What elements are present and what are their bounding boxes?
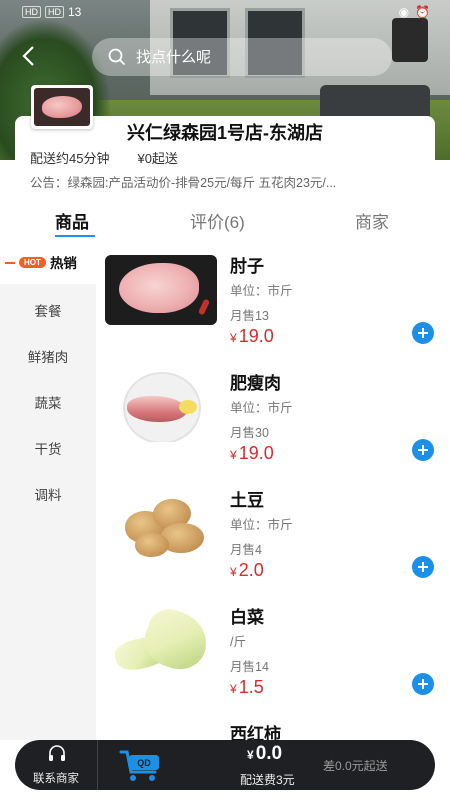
tab-products[interactable]: 商品: [55, 208, 89, 233]
category-item-dry-goods[interactable]: 干货: [0, 438, 96, 458]
product-list: 肘子 单位：市斤 月售13 ¥19.0 肥瘦肉 单位：市斤 月售30 ¥19.0…: [96, 240, 450, 740]
delivery-time: 配送约45分钟: [30, 151, 110, 166]
product-unit: 单位：市斤: [230, 518, 293, 532]
add-to-cart-button[interactable]: [412, 322, 434, 344]
cart-icon[interactable]: QD: [119, 748, 165, 782]
search-bar[interactable]: [92, 38, 392, 76]
tab-merchant[interactable]: 商家: [355, 208, 389, 233]
eye-icon: ◉: [398, 5, 410, 19]
min-order-hint: 差0.0元起送: [323, 759, 388, 773]
product-unit: 单位：市斤: [230, 284, 293, 298]
product-monthly-sales: 月售4: [230, 543, 262, 557]
product-item[interactable]: 西红柿: [96, 708, 450, 740]
category-label: 热销: [49, 256, 77, 271]
add-to-cart-button[interactable]: [412, 556, 434, 578]
product-monthly-sales: 月售30: [230, 426, 269, 440]
product-unit: /斤: [230, 635, 246, 649]
category-item-seasoning[interactable]: 调料: [0, 484, 96, 504]
category-item-combo[interactable]: 套餐: [0, 300, 96, 320]
product-item[interactable]: 土豆 单位：市斤 月售4 ¥2.0: [96, 474, 450, 591]
contact-merchant-button[interactable]: 联系商家: [15, 740, 97, 790]
product-monthly-sales: 月售14: [230, 660, 269, 674]
product-image: [105, 255, 217, 325]
plus-icon: [418, 328, 428, 338]
contact-merchant-label: 联系商家: [33, 773, 79, 785]
product-image: [105, 372, 217, 442]
min-start-price: ¥0起送: [137, 151, 178, 166]
cart-bar: 联系商家 QD ¥0.0 配送费3元 差0.0元起送: [15, 740, 435, 790]
product-item[interactable]: 肘子 单位：市斤 月售13 ¥19.0: [96, 240, 450, 357]
status-time: 13: [68, 5, 82, 19]
delivery-fee: 配送费3元: [240, 773, 295, 787]
product-name: 土豆: [230, 491, 264, 510]
store-meta: 配送约45分钟 ¥0起送: [30, 148, 178, 167]
product-name: 西红柿: [230, 725, 281, 740]
plus-icon: [418, 679, 428, 689]
svg-text:QD: QD: [137, 758, 151, 768]
hot-badge: HOT: [5, 256, 46, 268]
status-bar: HD HD 13 ◉ ⏰: [0, 0, 450, 26]
plus-icon: [418, 562, 428, 572]
search-icon: [108, 48, 126, 66]
back-button[interactable]: [18, 44, 42, 68]
category-sidebar: HOT 热销 套餐 鲜猪肉 蔬菜 干货 调料: [0, 240, 96, 740]
product-item[interactable]: 白菜 /斤 月售14 ¥1.5: [96, 591, 450, 708]
tab-reviews[interactable]: 评价(6): [190, 208, 245, 233]
search-input[interactable]: [136, 48, 366, 66]
headset-icon: [49, 745, 65, 761]
store-tabs: 商品 评价(6) 商家: [0, 200, 450, 240]
product-price: ¥1.5: [230, 677, 264, 697]
signal-hd-badge: HD: [45, 6, 64, 18]
add-to-cart-button[interactable]: [412, 673, 434, 695]
add-to-cart-button[interactable]: [412, 439, 434, 461]
category-item-pork[interactable]: 鲜猪肉: [0, 346, 96, 366]
category-item-vegetables[interactable]: 蔬菜: [0, 392, 96, 412]
product-image: [105, 489, 217, 559]
product-name: 白菜: [230, 608, 264, 627]
active-tab-indicator: [55, 235, 95, 237]
category-item-hot[interactable]: HOT 热销: [0, 240, 96, 284]
product-price: ¥2.0: [230, 560, 264, 580]
product-name: 肘子: [230, 257, 264, 276]
product-unit: 单位：市斤: [230, 401, 293, 415]
plus-icon: [418, 445, 428, 455]
product-image: [105, 723, 217, 740]
product-price: ¥19.0: [230, 443, 274, 463]
product-item[interactable]: 肥瘦肉 单位：市斤 月售30 ¥19.0: [96, 357, 450, 474]
product-price: ¥19.0: [230, 326, 274, 346]
bar-divider: [97, 740, 98, 790]
product-monthly-sales: 月售13: [230, 309, 269, 323]
store-name: 兴仁绿森园1号店-东湖店: [126, 123, 323, 143]
cart-total: ¥0.0: [247, 743, 283, 764]
product-name: 肥瘦肉: [230, 374, 281, 393]
chevron-left-icon: [22, 46, 34, 66]
signal-hd-badge: HD: [22, 6, 41, 18]
alarm-icon: ⏰: [415, 5, 430, 19]
product-image: [105, 606, 217, 676]
store-notice[interactable]: 公告：绿森园:产品活动价-排骨25元/每斤 五花肉23元/...: [30, 172, 420, 191]
